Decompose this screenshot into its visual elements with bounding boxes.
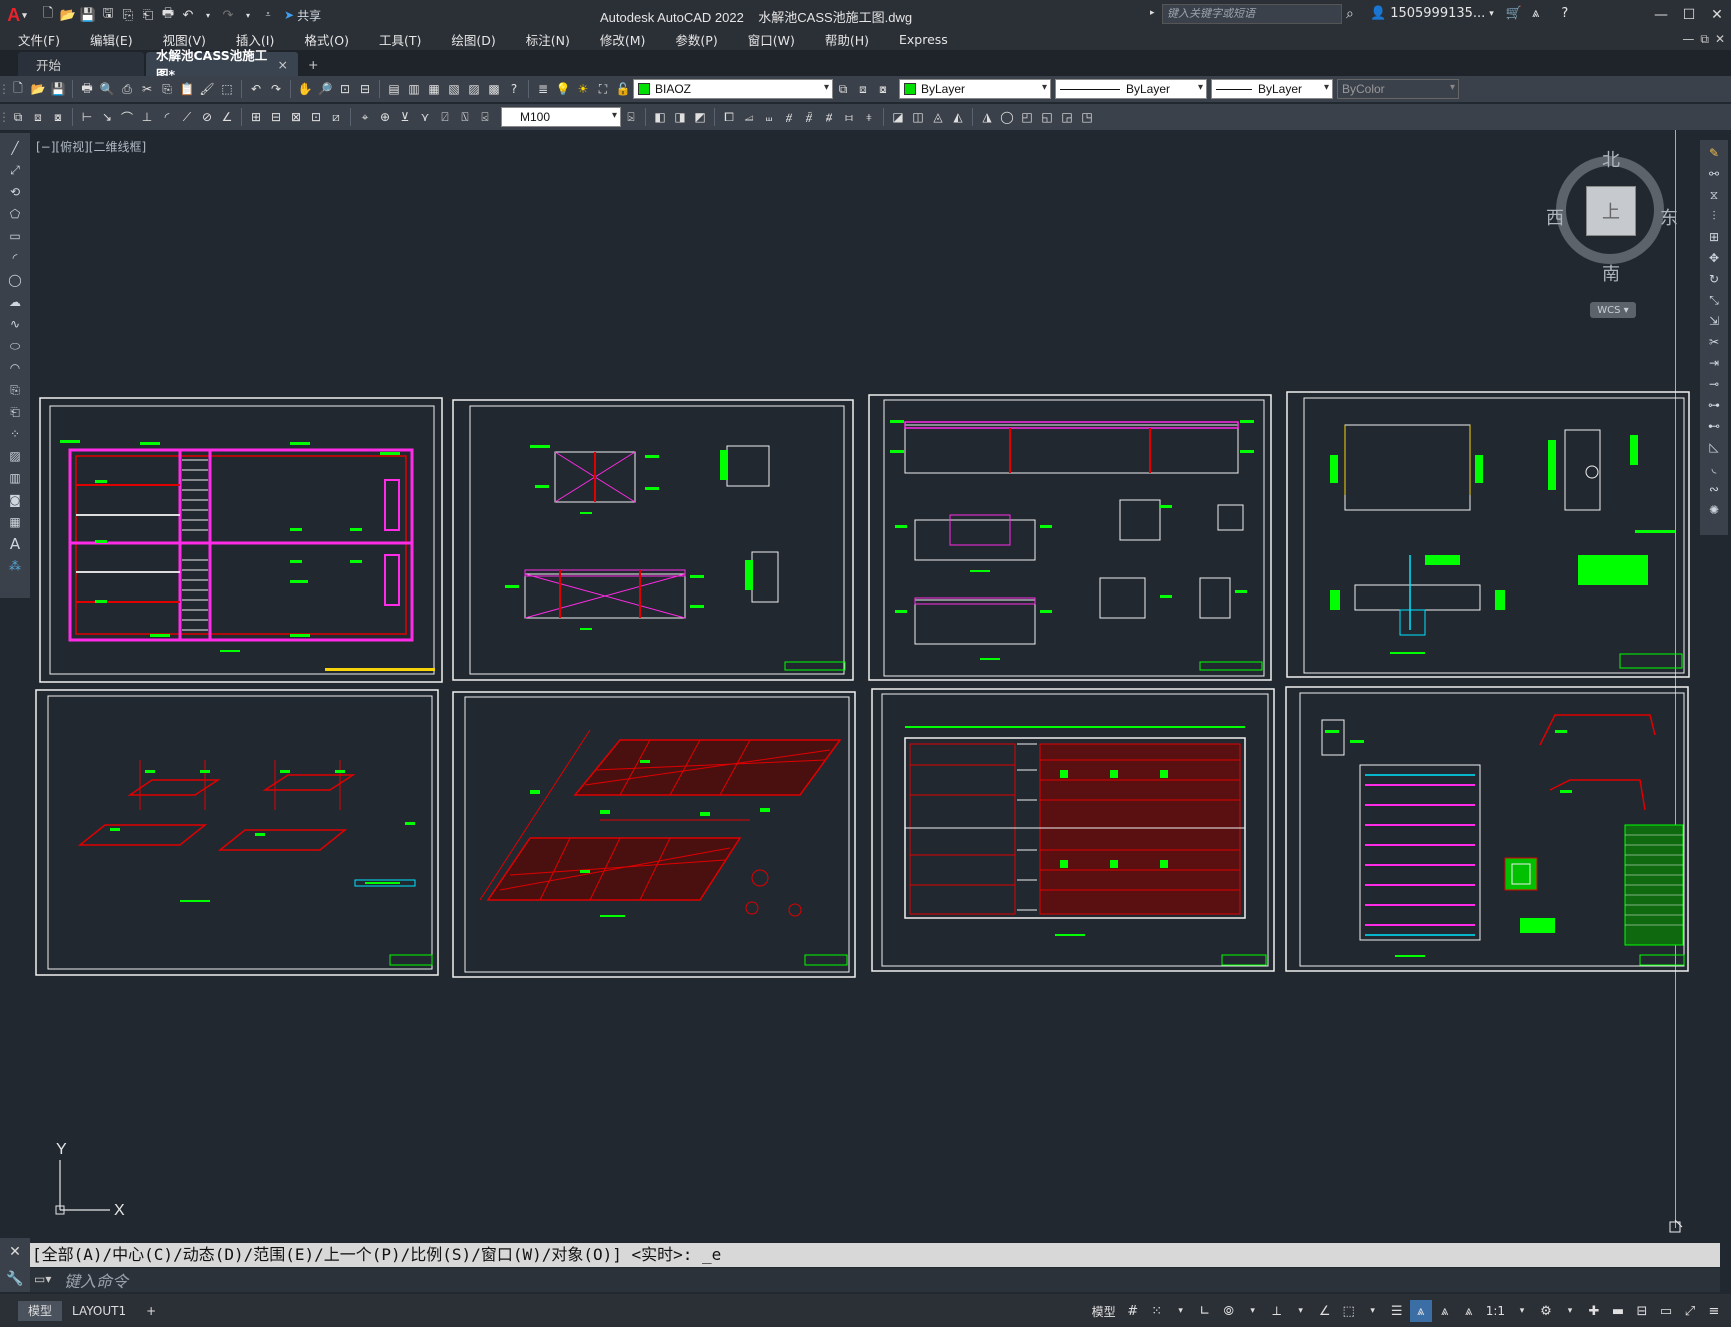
drawing-sheet[interactable] — [871, 688, 1275, 972]
drawing-sheet[interactable] — [452, 399, 854, 681]
compass-south[interactable]: 南 — [1602, 260, 1620, 286]
model-space-label[interactable]: 模型 — [1088, 1303, 1120, 1320]
object-snap-icon[interactable]: ⬚ — [1338, 1300, 1360, 1322]
viewcube[interactable]: 上 北 南 西 东 — [1546, 150, 1678, 285]
annotation-monitor-icon[interactable]: ✚ — [1583, 1300, 1605, 1322]
command-history: [全部(A)/中心(C)/动态(D)/范围(E)/上一个(P)/比例(S)/窗口… — [30, 1243, 1720, 1267]
polar-icon[interactable]: ⦾ — [1218, 1300, 1240, 1322]
grid-icon[interactable]: # — [1122, 1300, 1144, 1322]
compass-north[interactable]: 北 — [1602, 146, 1620, 172]
customization-icon[interactable]: ≡ — [1703, 1300, 1725, 1322]
viewcube-top-face[interactable]: 上 — [1586, 186, 1636, 236]
drawing-sheet[interactable] — [1286, 391, 1690, 678]
drawing-sheet[interactable] — [1285, 686, 1689, 972]
drawing-sheet[interactable] — [452, 691, 856, 978]
chevron-down-icon[interactable]: ▾ — [1242, 1300, 1264, 1322]
ucs-y-label: Y — [56, 1141, 67, 1158]
workspace-gear-icon[interactable]: ⚙ — [1535, 1300, 1557, 1322]
graphics-performance-icon[interactable]: ▭ — [1655, 1300, 1677, 1322]
ucs-x-label: X — [114, 1202, 125, 1215]
drawing-sheet[interactable] — [35, 689, 439, 976]
isodraft-icon[interactable]: ⟂ — [1266, 1300, 1288, 1322]
cursor-mark — [1674, 1219, 1683, 1228]
command-line-handle[interactable]: ✕ 🔧 — [0, 1238, 30, 1292]
lineweight-icon[interactable]: ☰ — [1386, 1300, 1408, 1322]
annotation-scale-icon[interactable]: ⩓ — [1458, 1300, 1480, 1322]
units-icon[interactable]: ▬ — [1607, 1300, 1629, 1322]
drawing-sheet[interactable] — [868, 394, 1272, 681]
add-layout-button[interactable]: + — [136, 1301, 166, 1321]
status-bar: 模型 LAYOUT1 + 模型 # ⁙ ▾ ∟ ⦾ ▾ ⟂ ▾ ∠ ⬚ ▾ ☰ … — [0, 1294, 1731, 1327]
ortho-icon[interactable]: ∟ — [1194, 1300, 1216, 1322]
chevron-down-icon[interactable]: ▾ — [1290, 1300, 1312, 1322]
tab-layout1[interactable]: LAYOUT1 — [62, 1301, 136, 1321]
snap-icon[interactable]: ⁙ — [1146, 1300, 1168, 1322]
tab-model[interactable]: 模型 — [18, 1300, 63, 1321]
clean-screen-icon[interactable]: ⤢ — [1679, 1300, 1701, 1322]
close-command-icon[interactable]: ✕ — [9, 1244, 21, 1260]
drawing-canvas[interactable] — [0, 0, 1731, 1327]
ucs-icon: Y X — [55, 1141, 125, 1215]
command-prompt-icon[interactable]: ▭▾ — [34, 1272, 51, 1286]
scale-readout[interactable]: 1:1 — [1482, 1304, 1509, 1318]
wcs-menu[interactable]: WCS ▾ — [1590, 302, 1636, 318]
chevron-down-icon[interactable]: ▾ — [1170, 1300, 1192, 1322]
quick-properties-icon[interactable]: ⊟ — [1631, 1300, 1653, 1322]
object-snap-tracking-icon[interactable]: ∠ — [1314, 1300, 1336, 1322]
compass-west[interactable]: 西 — [1546, 204, 1564, 230]
customize-command-icon[interactable]: 🔧 — [6, 1271, 23, 1287]
status-toggles: 模型 # ⁙ ▾ ∟ ⦾ ▾ ⟂ ▾ ∠ ⬚ ▾ ☰ ⩓ ⩓ ⩓ 1:1 ▾ ⚙… — [1088, 1300, 1725, 1322]
command-input[interactable]: ▭▾ 键入命令 — [30, 1268, 1720, 1292]
chevron-down-icon[interactable]: ▾ — [1559, 1300, 1581, 1322]
compass-east[interactable]: 东 — [1660, 204, 1678, 230]
autoscale-icon[interactable]: ⩓ — [1434, 1300, 1456, 1322]
chevron-down-icon[interactable]: ▾ — [1362, 1300, 1384, 1322]
annotation-visibility-icon[interactable]: ⩓ — [1409, 1300, 1432, 1322]
drawing-sheet[interactable] — [39, 397, 443, 683]
chevron-down-icon[interactable]: ▾ — [1511, 1300, 1533, 1322]
